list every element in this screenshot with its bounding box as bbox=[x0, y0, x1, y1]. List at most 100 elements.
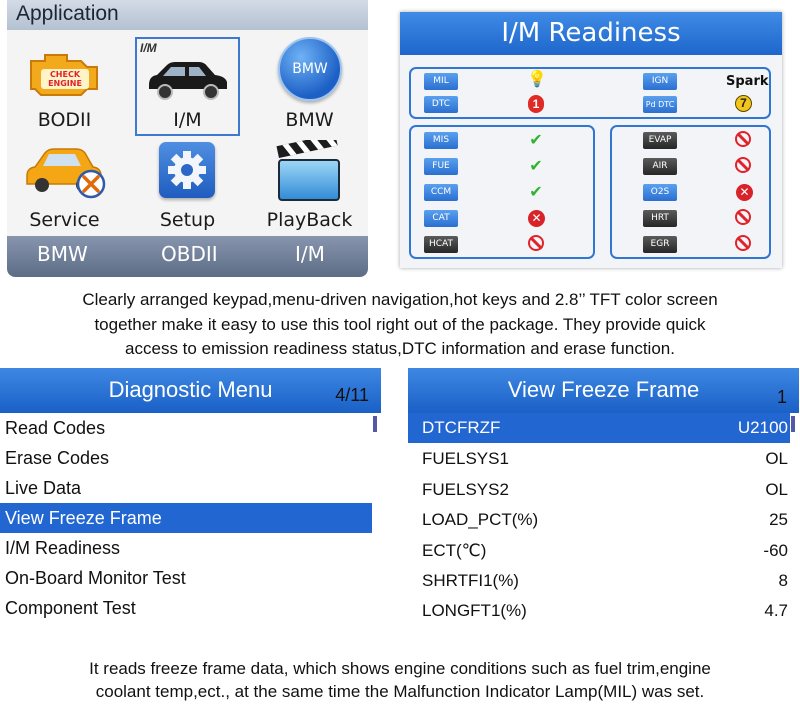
tag-hcat: HCAT bbox=[424, 236, 458, 253]
caption-line: coolant temp,ect., at the same time the … bbox=[95, 682, 705, 701]
page-indicator: 4/11 bbox=[335, 385, 369, 405]
menu-item-view-freeze-frame[interactable]: View Freeze Frame bbox=[0, 503, 372, 533]
incomplete-x-icon: ✕ bbox=[528, 210, 545, 227]
tag-o2s: O2S bbox=[643, 184, 677, 201]
mil-bulb-icon: 💡 bbox=[527, 71, 547, 88]
tag-air: AIR bbox=[643, 158, 677, 175]
not-supported-icon bbox=[735, 131, 751, 147]
bmw-logo-icon: BMW bbox=[278, 37, 342, 101]
service-car-icon bbox=[26, 148, 106, 199]
tag-pd-dtc: Pd DTC bbox=[643, 96, 677, 113]
tag-fue: FUE bbox=[424, 158, 458, 175]
not-supported-icon bbox=[735, 209, 751, 225]
tile-im[interactable]: I/M I/M bbox=[135, 37, 240, 136]
menu-item-read-codes[interactable]: Read Codes bbox=[0, 413, 372, 443]
check-icon: ✔ bbox=[529, 132, 543, 149]
menu-item-erase-codes[interactable]: Erase Codes bbox=[0, 443, 372, 473]
freeze-frame-row[interactable]: LONGFT1(%) 4.7 bbox=[408, 596, 790, 626]
tag-egr: EGR bbox=[643, 236, 677, 253]
hotkey-bmw[interactable]: BMW bbox=[37, 242, 88, 266]
tile-setup[interactable]: Setup bbox=[135, 140, 240, 234]
tile-bodii[interactable]: CHECK ENGINE BODII bbox=[12, 37, 117, 133]
page-indicator: 1 bbox=[776, 387, 787, 407]
check-engine-icon: CHECK ENGINE bbox=[30, 54, 98, 96]
scrollbar-thumb[interactable] bbox=[791, 416, 795, 432]
menu-item-component-test[interactable]: Component Test bbox=[0, 593, 372, 623]
check-icon: ✔ bbox=[529, 158, 543, 175]
menu-item-im-readiness[interactable]: I/M Readiness bbox=[0, 533, 372, 563]
param-name: LONGFT1(%) bbox=[422, 601, 527, 620]
app-title-bar: Application bbox=[7, 0, 368, 30]
param-value: 4.7 bbox=[764, 601, 788, 620]
param-value: OL bbox=[765, 449, 788, 468]
setup-icon-frame bbox=[159, 142, 215, 198]
param-name: FUELSYS1 bbox=[422, 449, 509, 468]
tile-label-bodii: BODII bbox=[37, 109, 92, 131]
app-title: Application bbox=[16, 2, 119, 25]
param-value: 25 bbox=[769, 510, 788, 529]
im-readiness-header: I/M Readiness bbox=[400, 12, 782, 55]
diagnostic-menu-screen: Diagnostic Menu 4/11 Read Codes Erase Co… bbox=[0, 368, 381, 626]
freeze-frame-row[interactable]: FUELSYS2 OL bbox=[408, 475, 790, 505]
caption-line: together make it easy to use this tool r… bbox=[94, 315, 706, 334]
im-summary-box bbox=[409, 67, 771, 119]
not-supported-icon bbox=[735, 235, 751, 251]
tag-evap: EVAP bbox=[643, 132, 677, 149]
svg-text:CHECK: CHECK bbox=[50, 70, 81, 79]
car-icon bbox=[149, 62, 227, 100]
freeze-frame-row[interactable]: SHRTFI1(%) 8 bbox=[408, 566, 790, 596]
freeze-frame-row[interactable]: FUELSYS1 OL bbox=[408, 444, 790, 474]
hotkey-im[interactable]: I/M bbox=[295, 242, 325, 266]
tile-label-bmw: BMW bbox=[285, 109, 334, 131]
tag-mis: MIS bbox=[424, 132, 458, 149]
param-value: U2100 bbox=[737, 418, 788, 437]
menu-item-live-data[interactable]: Live Data bbox=[0, 473, 372, 503]
param-value: OL bbox=[765, 480, 788, 499]
check-icon: ✔ bbox=[529, 184, 543, 201]
param-name: LOAD_PCT(%) bbox=[422, 510, 539, 529]
dtc-count-badge: 1 bbox=[528, 95, 544, 113]
not-supported-icon bbox=[735, 157, 751, 173]
scrollbar-thumb[interactable] bbox=[373, 416, 377, 432]
tile-label-im: I/M bbox=[173, 109, 202, 131]
hotkey-obdii[interactable]: OBDII bbox=[161, 242, 218, 266]
tile-label-playback: PlayBack bbox=[266, 209, 353, 231]
clapperboard-icon bbox=[276, 140, 340, 201]
im-readiness-screen: I/M Readiness MIL 💡 DTC 1 IGN Spark Pd D… bbox=[400, 12, 782, 268]
param-name: DTCFRZF bbox=[422, 418, 501, 437]
gear-icon bbox=[168, 151, 206, 189]
application-screen: Application CHECK ENGINE BODII I/M I/M B… bbox=[7, 0, 368, 277]
tile-label-service: Service bbox=[29, 209, 100, 231]
tag-ccm: CCM bbox=[424, 184, 458, 201]
diagnostic-menu-header: Diagnostic Menu bbox=[0, 368, 381, 413]
caption-line: It reads freeze frame data, which shows … bbox=[89, 659, 711, 678]
tile-playback[interactable]: PlayBack bbox=[257, 140, 362, 234]
caption-line: access to emission readiness status,DTC … bbox=[125, 339, 675, 358]
menu-item-on-board-monitor-test[interactable]: On-Board Monitor Test bbox=[0, 563, 372, 593]
freeze-frame-row[interactable]: ECT(℃) -60 bbox=[408, 536, 790, 566]
freeze-frame-header: View Freeze Frame bbox=[408, 368, 799, 413]
freeze-frame-title: View Freeze Frame bbox=[507, 377, 700, 402]
pd-dtc-count-badge: 7 bbox=[735, 95, 752, 112]
freeze-frame-row[interactable]: DTCFRZF U2100 bbox=[408, 413, 790, 443]
tag-mil: MIL bbox=[424, 73, 458, 90]
tile-bmw[interactable]: BMW BMW bbox=[257, 37, 362, 133]
incomplete-x-icon: ✕ bbox=[736, 184, 753, 201]
param-value: 8 bbox=[778, 571, 788, 590]
param-name: ECT(℃) bbox=[422, 541, 487, 560]
freeze-frame-row[interactable]: LOAD_PCT(%) 25 bbox=[408, 505, 790, 535]
tile-im-badge: I/M bbox=[140, 41, 157, 55]
ign-value: Spark bbox=[726, 74, 769, 89]
tag-hrt: HRT bbox=[643, 210, 677, 227]
tag-ign: IGN bbox=[643, 73, 677, 90]
param-name: SHRTFI1(%) bbox=[422, 571, 519, 590]
caption-line: Clearly arranged keypad,menu-driven navi… bbox=[82, 290, 718, 309]
hotkey-bar: BMW OBDII I/M bbox=[7, 236, 368, 277]
svg-text:ENGINE: ENGINE bbox=[48, 79, 82, 88]
param-name: FUELSYS2 bbox=[422, 480, 509, 499]
freeze-frame-screen: View Freeze Frame 1 DTCFRZF U2100 FUELSY… bbox=[408, 368, 799, 626]
tag-dtc: DTC bbox=[424, 96, 458, 113]
param-value: -60 bbox=[763, 541, 788, 560]
tile-label-setup: Setup bbox=[159, 209, 216, 231]
tile-service[interactable]: Service bbox=[12, 140, 117, 234]
